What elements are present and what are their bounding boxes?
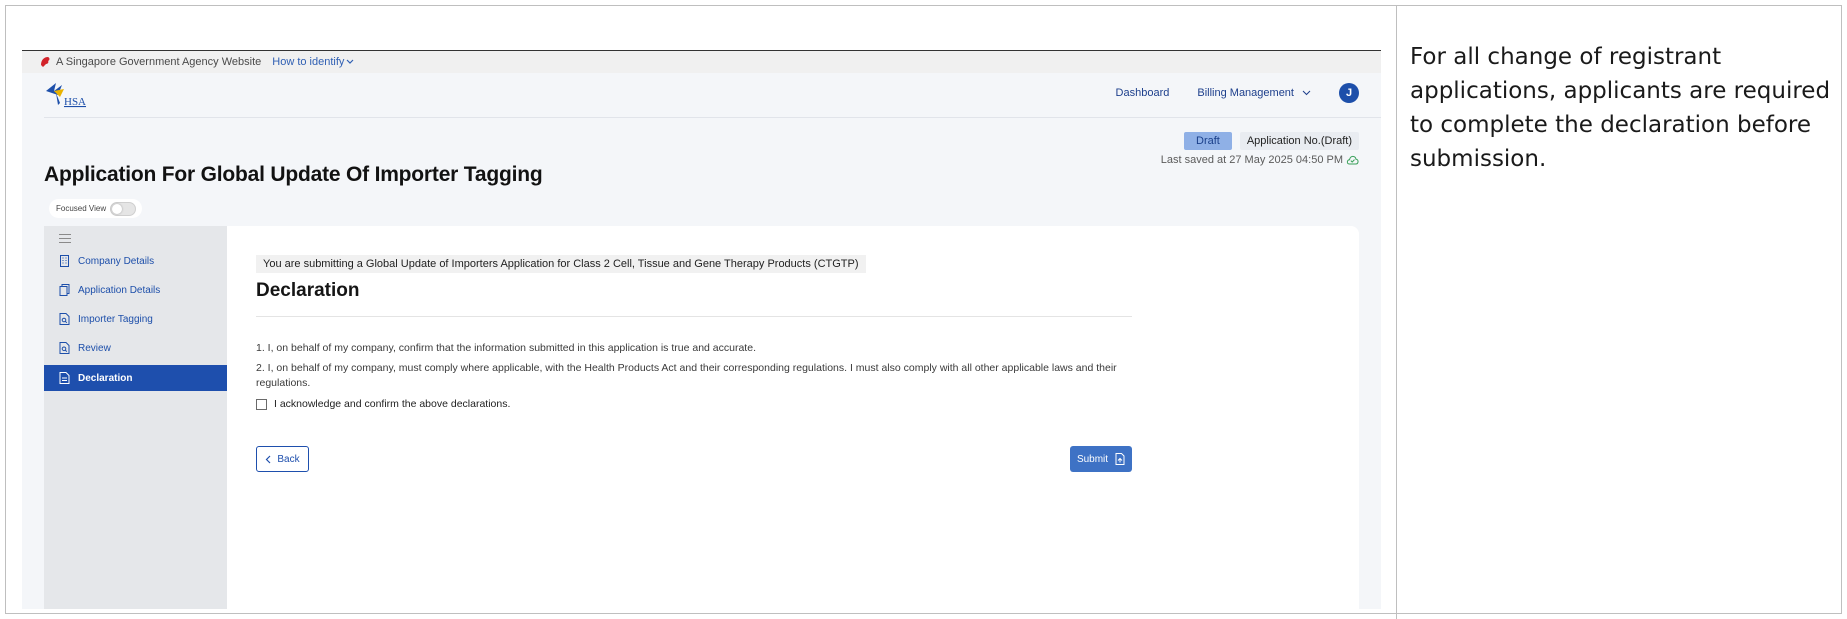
sidebar-item-declaration[interactable]: Declaration — [44, 365, 227, 391]
application-info-banner: You are submitting a Global Update of Im… — [256, 255, 866, 273]
chevron-down-icon — [346, 59, 354, 64]
page-title: Application For Global Update Of Importe… — [44, 163, 543, 186]
document-search-icon — [59, 313, 70, 325]
government-banner: A Singapore Government Agency Website Ho… — [22, 51, 1381, 73]
declaration-statement-1: 1. I, on behalf of my company, confirm t… — [256, 342, 756, 354]
panel-divider — [1396, 5, 1397, 619]
sidebar-item-application-details[interactable]: Application Details — [44, 277, 227, 303]
acknowledge-checkbox[interactable] — [256, 398, 267, 410]
hsa-logo[interactable]: HSA — [42, 79, 102, 113]
cloud-check-icon — [1346, 155, 1359, 165]
instruction-note: For all change of registrant application… — [1410, 44, 1831, 172]
toggle-switch[interactable] — [110, 201, 137, 216]
chevron-left-icon — [266, 455, 271, 463]
application-status: Draft Application No.(Draft) Last saved … — [1161, 132, 1359, 166]
lion-head-icon — [41, 57, 50, 67]
documents-icon — [59, 284, 70, 296]
nav-dashboard[interactable]: Dashboard — [1116, 87, 1170, 99]
submit-button[interactable]: Submit — [1070, 446, 1132, 472]
hsa-bird-icon: HSA — [46, 83, 86, 108]
focused-view-toggle[interactable]: Focused View — [49, 199, 142, 218]
application-number: Application No.(Draft) — [1239, 132, 1359, 150]
document-review-icon — [59, 342, 70, 354]
hamburger-menu-icon[interactable] — [59, 234, 71, 246]
chevron-down-icon — [1302, 90, 1311, 96]
status-badge: Draft — [1184, 132, 1232, 150]
section-title: Declaration — [256, 280, 360, 301]
back-button[interactable]: Back — [256, 446, 309, 472]
application-screen: A Singapore Government Agency Website Ho… — [22, 50, 1381, 609]
government-banner-text: A Singapore Government Agency Website — [56, 56, 262, 68]
step-sidebar: Company Details Application Details Impo… — [44, 226, 227, 609]
sidebar-item-review[interactable]: Review — [44, 335, 227, 361]
document-icon — [59, 372, 70, 384]
declaration-panel: You are submitting a Global Update of Im… — [227, 226, 1359, 609]
declaration-statement-2: 2. I, on behalf of my company, must comp… — [256, 362, 1117, 389]
site-header: HSA Dashboard Billing Management J — [22, 73, 1381, 117]
top-navigation: Dashboard Billing Management J — [1116, 83, 1359, 103]
acknowledge-checkbox-row[interactable]: I acknowledge and confirm the above decl… — [256, 398, 510, 410]
nav-billing-management[interactable]: Billing Management — [1197, 87, 1311, 99]
sidebar-item-company-details[interactable]: Company Details — [44, 248, 227, 274]
document-submit-icon — [1115, 453, 1125, 465]
svg-text:HSA: HSA — [64, 96, 86, 108]
last-saved: Last saved at 27 May 2025 04:50 PM — [1161, 154, 1359, 166]
user-avatar[interactable]: J — [1339, 83, 1359, 103]
how-to-identify-link[interactable]: How to identify — [272, 56, 354, 68]
sidebar-item-importer-tagging[interactable]: Importer Tagging — [44, 306, 227, 332]
building-icon — [60, 255, 69, 267]
